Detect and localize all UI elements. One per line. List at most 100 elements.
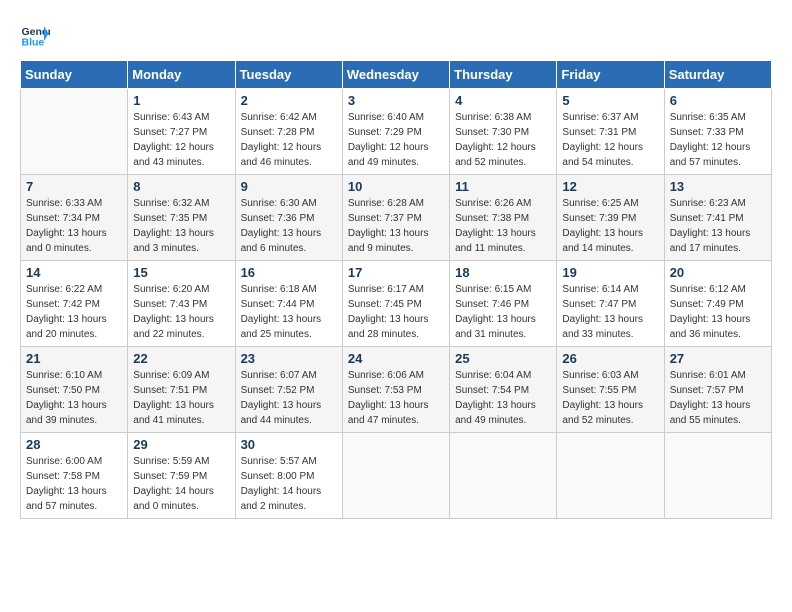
day-info: Sunrise: 6:01 AMSunset: 7:57 PMDaylight:… [670,368,766,428]
calendar-day-header: Wednesday [342,61,449,89]
calendar-day-cell: 7Sunrise: 6:33 AMSunset: 7:34 PMDaylight… [21,175,128,261]
day-number: 21 [26,351,122,366]
day-number: 12 [562,179,658,194]
day-info: Sunrise: 6:22 AMSunset: 7:42 PMDaylight:… [26,282,122,342]
day-info: Sunrise: 6:18 AMSunset: 7:44 PMDaylight:… [241,282,337,342]
day-number: 24 [348,351,444,366]
day-number: 15 [133,265,229,280]
day-number: 23 [241,351,337,366]
day-number: 22 [133,351,229,366]
day-number: 4 [455,93,551,108]
day-info: Sunrise: 6:42 AMSunset: 7:28 PMDaylight:… [241,110,337,170]
calendar-week-row: 14 Sunrise: 6:22 AMSunset: 7:42 PMDayligh… [21,261,772,347]
calendar-body: 1 Sunrise: 6:43 AMSunset: 7:27 PMDaylight… [21,89,772,519]
day-number: 9 [241,179,337,194]
day-number: 20 [670,265,766,280]
day-number: 26 [562,351,658,366]
calendar-day-cell [342,433,449,519]
svg-text:Blue: Blue [22,37,45,49]
calendar-day-cell: 29Sunrise: 5:59 AMSunset: 7:59 PMDayligh… [128,433,235,519]
calendar-day-cell: 28Sunrise: 6:00 AMSunset: 7:58 PMDayligh… [21,433,128,519]
calendar-day-header: Friday [557,61,664,89]
day-info: Sunrise: 6:38 AMSunset: 7:30 PMDaylight:… [455,110,551,170]
calendar-day-cell: 22 Sunrise: 6:09 AMSunset: 7:51 PMDayligh… [128,347,235,433]
day-info: Sunrise: 6:09 AMSunset: 7:51 PMDaylight:… [133,368,229,428]
calendar-day-cell: 19 Sunrise: 6:14 AMSunset: 7:47 PMDayligh… [557,261,664,347]
day-number: 2 [241,93,337,108]
calendar-week-row: 7Sunrise: 6:33 AMSunset: 7:34 PMDaylight… [21,175,772,261]
day-info: Sunrise: 6:20 AMSunset: 7:43 PMDaylight:… [133,282,229,342]
calendar-day-cell: 14 Sunrise: 6:22 AMSunset: 7:42 PMDayligh… [21,261,128,347]
day-number: 13 [670,179,766,194]
day-info: Sunrise: 6:15 AMSunset: 7:46 PMDaylight:… [455,282,551,342]
day-number: 27 [670,351,766,366]
day-info: Sunrise: 6:12 AMSunset: 7:49 PMDaylight:… [670,282,766,342]
calendar-day-cell: 25 Sunrise: 6:04 AMSunset: 7:54 PMDayligh… [450,347,557,433]
day-number: 16 [241,265,337,280]
logo: General Blue [20,20,50,50]
day-number: 11 [455,179,551,194]
day-info: Sunrise: 6:00 AMSunset: 7:58 PMDaylight:… [26,454,122,514]
page-header: General Blue [20,20,772,50]
calendar-day-cell [557,433,664,519]
calendar-day-cell: 8 Sunrise: 6:32 AMSunset: 7:35 PMDaylight… [128,175,235,261]
calendar-day-header: Sunday [21,61,128,89]
day-info: Sunrise: 6:37 AMSunset: 7:31 PMDaylight:… [562,110,658,170]
day-number: 19 [562,265,658,280]
day-number: 5 [562,93,658,108]
day-info: Sunrise: 6:03 AMSunset: 7:55 PMDaylight:… [562,368,658,428]
day-info: Sunrise: 5:57 AMSunset: 8:00 PMDaylight:… [241,454,337,514]
day-number: 3 [348,93,444,108]
day-info: Sunrise: 6:23 AMSunset: 7:41 PMDaylight:… [670,196,766,256]
calendar-day-cell: 18 Sunrise: 6:15 AMSunset: 7:46 PMDayligh… [450,261,557,347]
day-info: Sunrise: 6:10 AMSunset: 7:50 PMDaylight:… [26,368,122,428]
calendar-day-cell: 24Sunrise: 6:06 AMSunset: 7:53 PMDayligh… [342,347,449,433]
calendar-day-cell: 20 Sunrise: 6:12 AMSunset: 7:49 PMDayligh… [664,261,771,347]
day-number: 10 [348,179,444,194]
day-info: Sunrise: 5:59 AMSunset: 7:59 PMDaylight:… [133,454,229,514]
calendar-day-cell: 26 Sunrise: 6:03 AMSunset: 7:55 PMDayligh… [557,347,664,433]
day-number: 14 [26,265,122,280]
calendar-day-cell: 2 Sunrise: 6:42 AMSunset: 7:28 PMDaylight… [235,89,342,175]
day-info: Sunrise: 6:30 AMSunset: 7:36 PMDaylight:… [241,196,337,256]
day-info: Sunrise: 6:33 AMSunset: 7:34 PMDaylight:… [26,196,122,256]
calendar-table: SundayMondayTuesdayWednesdayThursdayFrid… [20,60,772,519]
calendar-header-row: SundayMondayTuesdayWednesdayThursdayFrid… [21,61,772,89]
day-number: 25 [455,351,551,366]
calendar-day-cell: 17Sunrise: 6:17 AMSunset: 7:45 PMDayligh… [342,261,449,347]
day-number: 30 [241,437,337,452]
day-info: Sunrise: 6:25 AMSunset: 7:39 PMDaylight:… [562,196,658,256]
calendar-day-header: Tuesday [235,61,342,89]
calendar-day-cell: 13 Sunrise: 6:23 AMSunset: 7:41 PMDayligh… [664,175,771,261]
day-number: 8 [133,179,229,194]
calendar-day-cell [21,89,128,175]
day-number: 17 [348,265,444,280]
day-number: 18 [455,265,551,280]
calendar-day-cell: 15 Sunrise: 6:20 AMSunset: 7:43 PMDayligh… [128,261,235,347]
day-info: Sunrise: 6:28 AMSunset: 7:37 PMDaylight:… [348,196,444,256]
logo-icon: General Blue [20,20,50,50]
calendar-day-cell: 6Sunrise: 6:35 AMSunset: 7:33 PMDaylight… [664,89,771,175]
calendar-day-cell: 23 Sunrise: 6:07 AMSunset: 7:52 PMDayligh… [235,347,342,433]
calendar-day-cell: 16 Sunrise: 6:18 AMSunset: 7:44 PMDayligh… [235,261,342,347]
calendar-day-header: Saturday [664,61,771,89]
day-info: Sunrise: 6:07 AMSunset: 7:52 PMDaylight:… [241,368,337,428]
day-info: Sunrise: 6:43 AMSunset: 7:27 PMDaylight:… [133,110,229,170]
calendar-day-cell: 4 Sunrise: 6:38 AMSunset: 7:30 PMDaylight… [450,89,557,175]
calendar-week-row: 28Sunrise: 6:00 AMSunset: 7:58 PMDayligh… [21,433,772,519]
calendar-day-cell: 9 Sunrise: 6:30 AMSunset: 7:36 PMDaylight… [235,175,342,261]
calendar-day-cell: 12 Sunrise: 6:25 AMSunset: 7:39 PMDayligh… [557,175,664,261]
calendar-day-cell [664,433,771,519]
calendar-day-cell: 27 Sunrise: 6:01 AMSunset: 7:57 PMDayligh… [664,347,771,433]
calendar-day-cell: 11 Sunrise: 6:26 AMSunset: 7:38 PMDayligh… [450,175,557,261]
day-info: Sunrise: 6:04 AMSunset: 7:54 PMDaylight:… [455,368,551,428]
calendar-day-cell: 5 Sunrise: 6:37 AMSunset: 7:31 PMDaylight… [557,89,664,175]
day-number: 6 [670,93,766,108]
calendar-day-cell [450,433,557,519]
calendar-day-header: Thursday [450,61,557,89]
day-info: Sunrise: 6:26 AMSunset: 7:38 PMDaylight:… [455,196,551,256]
day-info: Sunrise: 6:14 AMSunset: 7:47 PMDaylight:… [562,282,658,342]
day-number: 1 [133,93,229,108]
calendar-day-cell: 1 Sunrise: 6:43 AMSunset: 7:27 PMDaylight… [128,89,235,175]
day-info: Sunrise: 6:32 AMSunset: 7:35 PMDaylight:… [133,196,229,256]
